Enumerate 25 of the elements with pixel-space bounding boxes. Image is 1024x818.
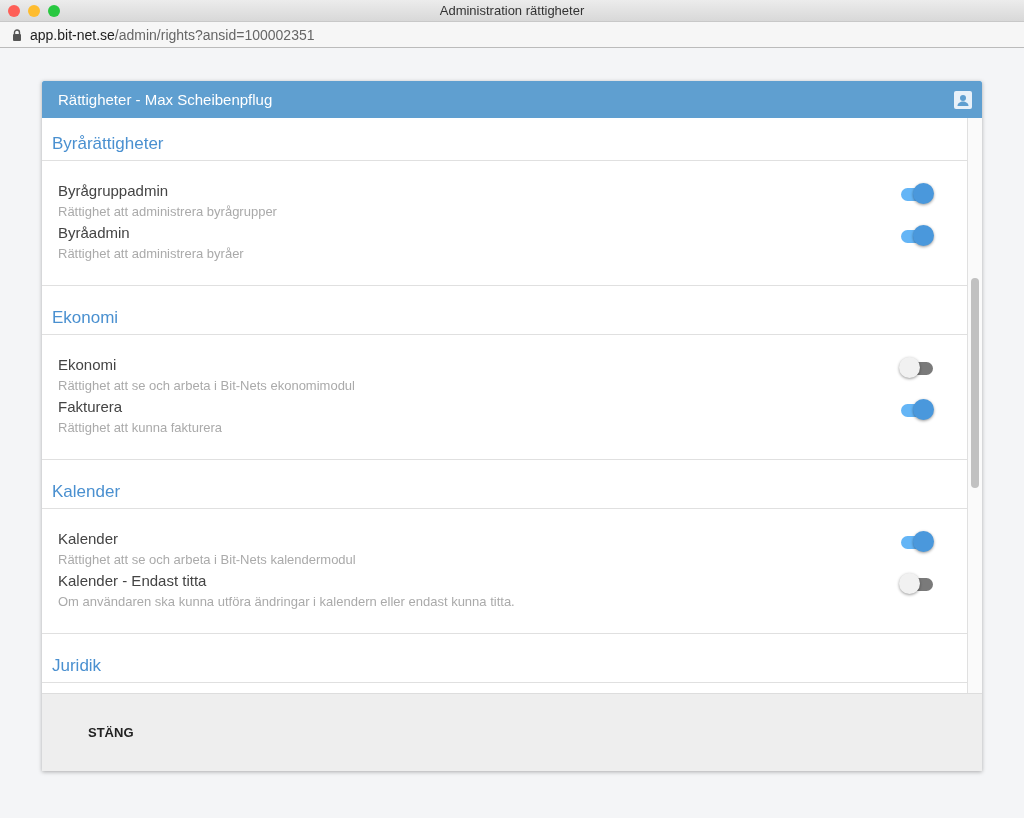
permission-description: Om användaren ska kunna utföra ändringar i kalendern eller endast kunna titta. — [58, 593, 515, 611]
permission-description: Rättighet att se och arbeta i Bit-Nets kalendermodul — [58, 551, 356, 569]
close-button[interactable]: STÄNG — [74, 715, 148, 750]
permission-name: Byrågruppadmin — [58, 181, 170, 201]
section-heading: Juridik — [52, 656, 102, 675]
url-text[interactable]: app.bit-net.se/admin/rights?ansid=100002351 — [30, 26, 315, 43]
section-heading: Kalender — [52, 482, 121, 501]
permission-name: Kalender — [58, 529, 120, 549]
permission-description: Rättighet att administrera byrågrupper — [58, 203, 277, 221]
permission-description: Rättighet att se och arbeta i Bit-Nets ekonomimodul — [58, 377, 355, 395]
section-heading: Byrårättigheter — [52, 134, 164, 153]
permission-name: Kalender - Endast titta — [58, 571, 208, 591]
section-heading: Ekonomi — [52, 308, 119, 327]
scrollbar[interactable] — [968, 118, 982, 693]
permission-description: Rättighet att administrera byråer — [58, 245, 244, 263]
permission-name: Fakturera — [58, 397, 124, 417]
window-title: Administration rättigheter — [439, 3, 585, 18]
dialog-title: Rättigheter - Max Scheibenpflug — [58, 91, 273, 108]
close-window-button[interactable] — [8, 5, 20, 17]
zoom-window-button[interactable] — [48, 5, 60, 17]
lock-icon — [12, 28, 22, 41]
permission-description: Rättighet att kunna fakturera — [58, 419, 223, 437]
user-profile-icon[interactable] — [954, 90, 972, 109]
permission-name: Ekonomi — [58, 355, 118, 375]
permission-name: Byråadmin — [58, 223, 131, 243]
